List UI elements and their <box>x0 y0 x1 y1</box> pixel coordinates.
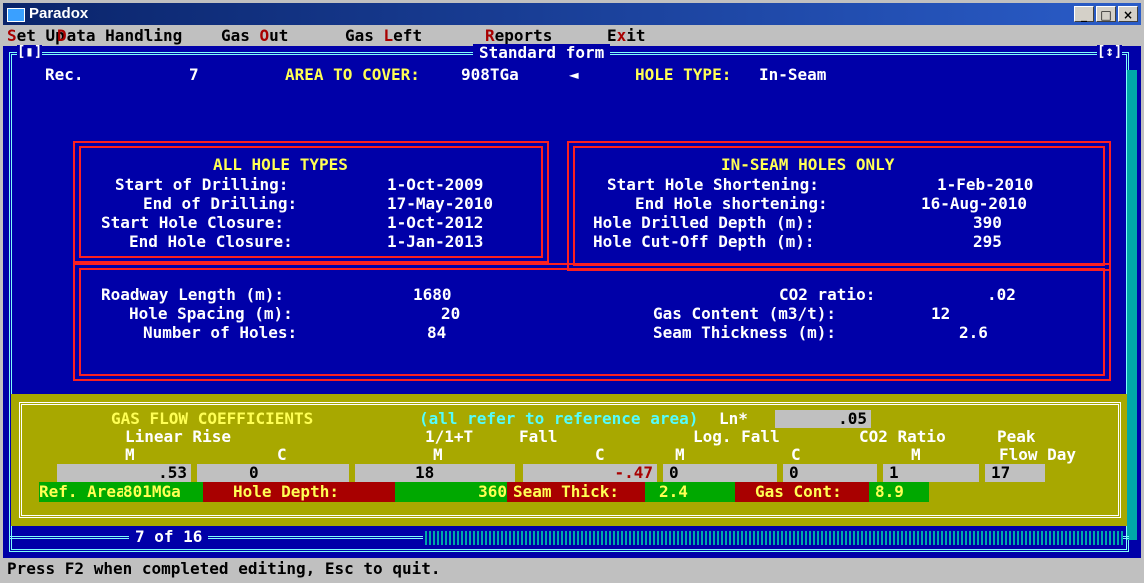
coefficients-heading: GAS FLOW COEFFICIENTS <box>111 409 314 428</box>
record-counter: 7 of 16 <box>129 528 209 546</box>
vertical-scrollbar[interactable] <box>1127 70 1137 540</box>
cutoff-depth-value[interactable]: 295 <box>973 233 1002 251</box>
hdr-c1: C <box>277 445 287 464</box>
gas-content-label: Gas Content (m3/t): <box>653 304 837 323</box>
rec-value: 7 <box>189 65 199 84</box>
co2-ratio-value[interactable]: .02 <box>987 286 1016 304</box>
hdr-peak: Peak <box>997 427 1036 446</box>
in-seam-heading: IN-SEAM HOLES ONLY <box>721 155 895 174</box>
all-hole-types-heading: ALL HOLE TYPES <box>213 155 348 174</box>
frame-resize-tag[interactable]: [↕] <box>1097 45 1123 59</box>
end-closure-label: End Hole Closure: <box>129 232 293 251</box>
roadway-length-value[interactable]: 1680 <box>413 286 452 304</box>
number-holes-value[interactable]: 84 <box>427 324 446 342</box>
coef-linear-c[interactable]: 0 <box>197 464 349 482</box>
seam-thickness-value[interactable]: 2.6 <box>959 324 988 342</box>
ln-label: Ln* <box>719 409 748 428</box>
hdr-log-fall: Log. Fall <box>693 427 780 446</box>
menu-data-handling[interactable]: Data Handling <box>57 26 182 46</box>
end-drilling-label: End of Drilling: <box>143 194 298 213</box>
hole-type-value[interactable]: In-Seam <box>759 66 826 84</box>
number-holes-label: Number of Holes: <box>143 323 298 342</box>
coefficients-panel: GAS FLOW COEFFICIENTS (all refer to refe… <box>11 394 1129 526</box>
menu-exit[interactable]: Exit <box>607 26 646 46</box>
hdr-one-t: 1/1+T <box>425 427 474 446</box>
roadway-length-label: Roadway Length (m): <box>101 285 285 304</box>
menu-gas-left[interactable]: Gas Left <box>345 26 422 46</box>
area-label: AREA TO COVER: <box>285 65 420 84</box>
co2-ratio-label: CO2 ratio: <box>779 285 876 304</box>
coef-linear-m[interactable]: .53 <box>57 464 191 482</box>
coef-log-c[interactable]: 0 <box>783 464 877 482</box>
hdr-m3: M <box>675 445 685 464</box>
ref-area-value: 801MGa <box>123 482 203 502</box>
ref-hole-depth-label: Hole Depth: <box>203 482 395 502</box>
end-shortening-value[interactable]: 16-Aug-2010 <box>921 195 1027 213</box>
seam-thickness-label: Seam Thickness (m): <box>653 323 837 342</box>
end-drilling-value[interactable]: 17-May-2010 <box>387 195 493 213</box>
area-value[interactable]: 908TGa <box>461 66 519 84</box>
hdr-m2: M <box>433 445 443 464</box>
ref-gas-cont-label: Gas Cont: <box>735 482 869 502</box>
app-icon <box>7 8 25 22</box>
ln-value-field[interactable]: .05 <box>775 410 871 428</box>
drilled-depth-value[interactable]: 390 <box>973 214 1002 232</box>
ref-area-label: Ref. Area: <box>39 482 136 502</box>
ref-hole-depth-value: 360 <box>395 482 507 502</box>
ref-seam-thick-value: 2.4 <box>645 482 735 502</box>
hdr-flow-day: Flow Day <box>999 445 1077 464</box>
horizontal-scrollbar[interactable] <box>423 531 1123 545</box>
hdr-linear-rise: Linear Rise <box>125 427 231 446</box>
hdr-c2: C <box>595 445 605 464</box>
start-shortening-label: Start Hole Shortening: <box>607 175 819 194</box>
frame-close-tag[interactable]: [▮] <box>17 45 43 59</box>
form-title: Standard form <box>473 44 611 62</box>
coef-co2-m[interactable]: 1 <box>883 464 979 482</box>
minimize-button[interactable]: _ <box>1074 6 1094 22</box>
status-bar: Press F2 when completed editing, Esc to … <box>3 558 1141 580</box>
paradox-window: Paradox _ □ × Set Up Data Handling Gas O… <box>0 0 1144 583</box>
coefficients-note: (all refer to reference area) <box>419 409 699 428</box>
start-closure-value[interactable]: 1-Oct-2012 <box>387 214 483 232</box>
start-drilling-label: Start of Drilling: <box>115 175 289 194</box>
hdr-fall: Fall <box>519 427 558 446</box>
hdr-c3: C <box>791 445 801 464</box>
maximize-button[interactable]: □ <box>1096 6 1116 22</box>
title-bar[interactable]: Paradox _ □ × <box>3 3 1141 25</box>
window-title: Paradox <box>29 5 89 22</box>
gas-content-value[interactable]: 12 <box>931 305 950 323</box>
coef-fall-c[interactable]: -.47 <box>523 464 657 482</box>
close-button[interactable]: × <box>1118 6 1138 22</box>
ref-seam-thick-label: Seam Thick: <box>507 482 645 502</box>
start-drilling-value[interactable]: 1-Oct-2009 <box>387 176 483 194</box>
ref-gas-cont-value: 8.9 <box>869 482 929 502</box>
start-closure-label: Start Hole Closure: <box>101 213 285 232</box>
hdr-co2-ratio: CO2 Ratio <box>859 427 946 446</box>
coef-peak-flow-day[interactable]: 17 <box>985 464 1045 482</box>
coef-one-t-m[interactable]: 18 <box>355 464 515 482</box>
end-closure-value[interactable]: 1-Jan-2013 <box>387 233 483 251</box>
drilled-depth-label: Hole Drilled Depth (m): <box>593 213 815 232</box>
hdr-m4: M <box>911 445 921 464</box>
end-shortening-label: End Hole shortening: <box>635 194 828 213</box>
rec-label: Rec. <box>45 65 84 84</box>
hole-spacing-value[interactable]: 20 <box>441 305 460 323</box>
left-arrow-icon: ◄ <box>569 65 579 84</box>
hole-type-label: HOLE TYPE: <box>635 65 732 84</box>
terminal-area: Set Up Data Handling Gas Out Gas Left Re… <box>3 26 1141 580</box>
hdr-m1: M <box>125 445 135 464</box>
coef-log-m[interactable]: 0 <box>663 464 777 482</box>
hole-spacing-label: Hole Spacing (m): <box>129 304 293 323</box>
cutoff-depth-label: Hole Cut-Off Depth (m): <box>593 232 815 251</box>
menu-gas-out[interactable]: Gas Out <box>221 26 288 46</box>
start-shortening-value[interactable]: 1-Feb-2010 <box>937 176 1033 194</box>
